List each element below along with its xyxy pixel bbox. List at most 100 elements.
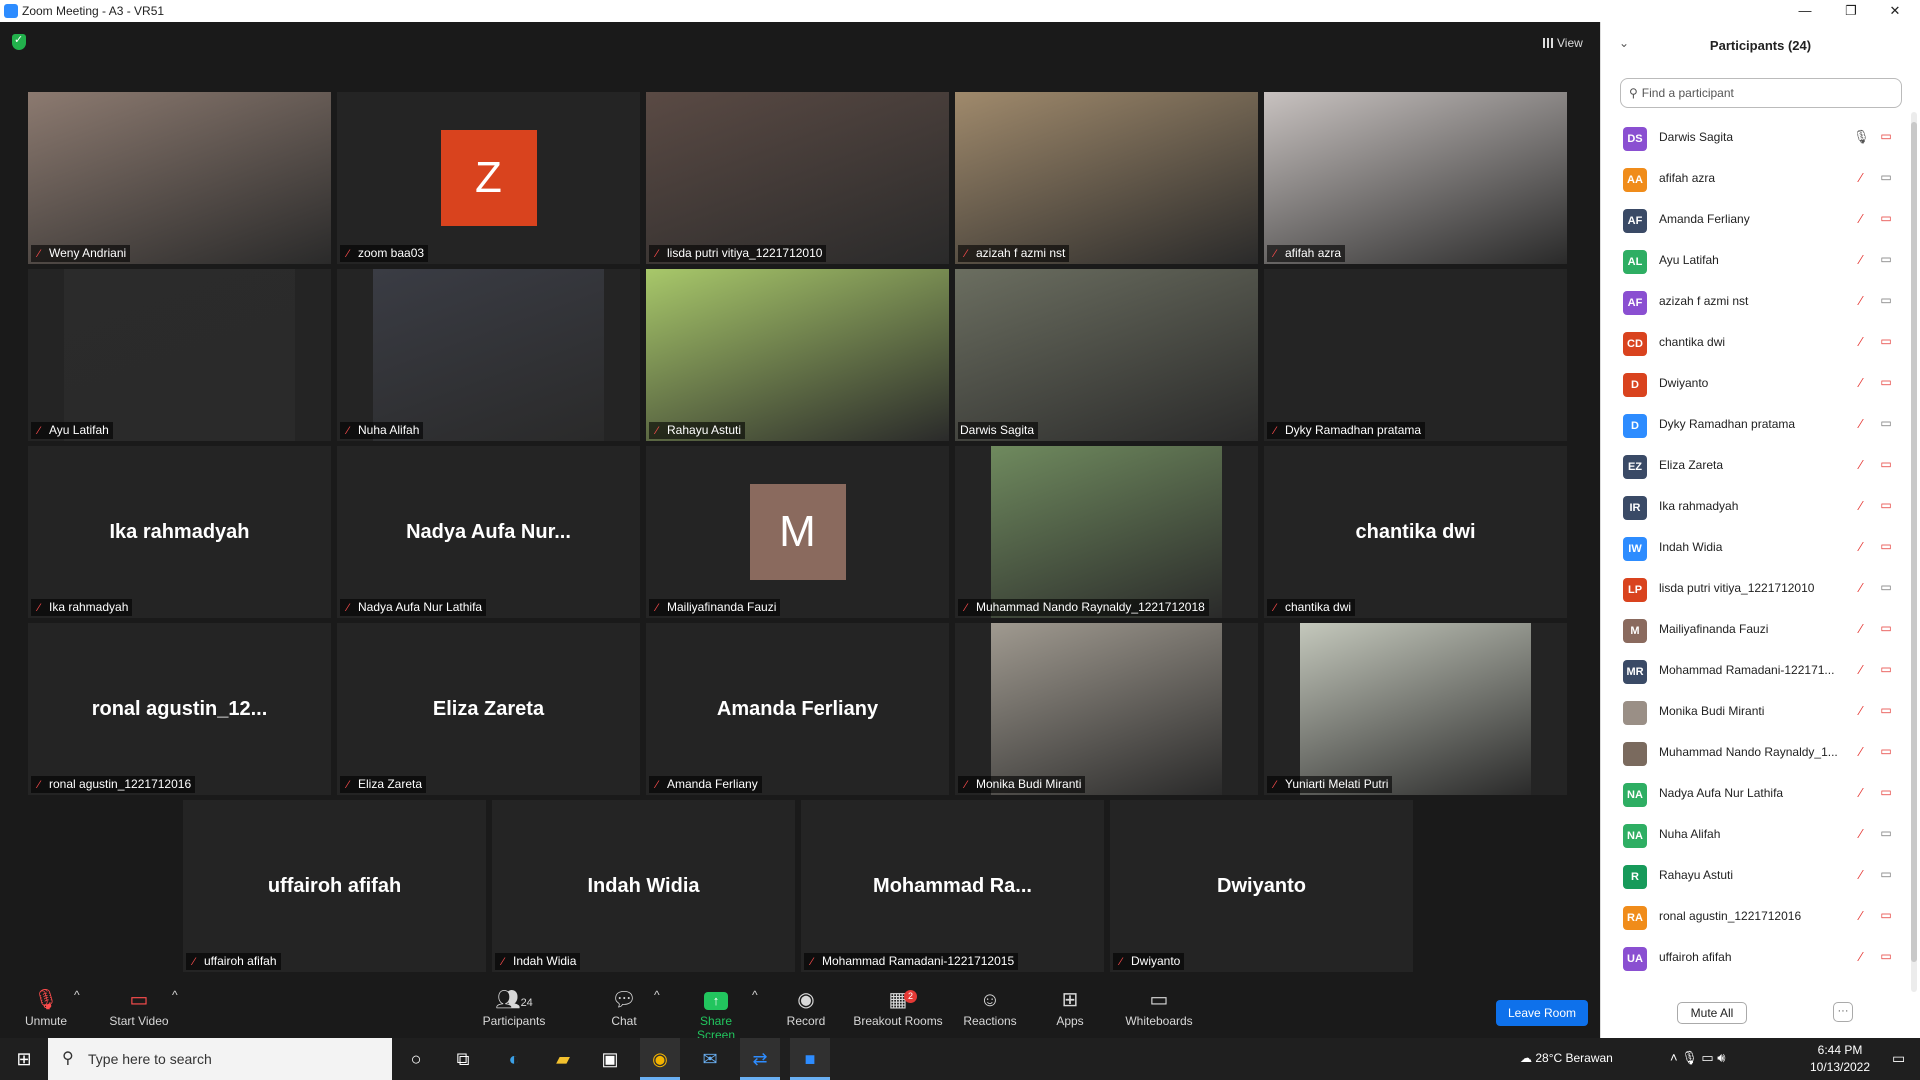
apps-button[interactable]: ⊞ Apps	[1052, 988, 1088, 1028]
camera-off-icon[interactable]: ▭	[1877, 908, 1895, 922]
participant-row[interactable]: CD chantika dwi ⁄ ▭	[1601, 323, 1907, 364]
microsoft-store-icon[interactable]: ▣	[590, 1038, 630, 1080]
camera-off-icon[interactable]: ▭	[1877, 211, 1895, 225]
unmute-button[interactable]: 🎙︎ Unmute	[18, 988, 74, 1028]
participant-row[interactable]: AF azizah f azmi nst ⁄ ▭	[1601, 282, 1907, 323]
record-button[interactable]: ◉ Record	[782, 988, 830, 1028]
chrome-browser-icon[interactable]: ◉	[640, 1038, 680, 1080]
video-tile[interactable]: Amanda Ferliany ⁄ Amanda Ferliany	[646, 623, 949, 795]
camera-off-icon[interactable]: ▭	[1877, 129, 1895, 143]
maximize-button[interactable]: ❐	[1828, 0, 1874, 22]
muted-mic-icon[interactable]: ⁄	[1853, 621, 1869, 636]
muted-mic-icon[interactable]: ⁄	[1853, 908, 1869, 923]
participant-row[interactable]: R Rahayu Astuti ⁄ ▭	[1601, 856, 1907, 897]
muted-mic-icon[interactable]: ⁄	[1853, 867, 1869, 882]
muted-mic-icon[interactable]: ⁄	[1853, 662, 1869, 677]
video-tile[interactable]: Indah Widia ⁄ Indah Widia	[492, 800, 795, 972]
participant-row[interactable]: AF Amanda Ferliany ⁄ ▭	[1601, 200, 1907, 241]
edge-browser-icon[interactable]: ◐	[494, 1038, 534, 1080]
camera-off-icon[interactable]: ▭	[1877, 457, 1895, 471]
muted-mic-icon[interactable]: ⁄	[1853, 949, 1869, 964]
participant-row[interactable]: LP lisda putri vitiya_1221712010 ⁄ ▭	[1601, 569, 1907, 610]
video-tile[interactable]: Ika rahmadyah ⁄ Ika rahmadyah	[28, 446, 331, 618]
mute-all-button[interactable]: Mute All	[1677, 1002, 1747, 1024]
video-tile[interactable]: ⁄ Weny Andriani	[28, 92, 331, 264]
video-tile[interactable]: ⁄ Yuniarti Melati Putri	[1264, 623, 1567, 795]
video-tile[interactable]: ⁄ lisda putri vitiya_1221712010	[646, 92, 949, 264]
leave-room-button[interactable]: Leave Room	[1496, 1000, 1588, 1026]
video-tile[interactable]: Nadya Aufa Nur... ⁄ Nadya Aufa Nur Lathifa	[337, 446, 640, 618]
whiteboards-button[interactable]: ▭ Whiteboards	[1124, 988, 1194, 1028]
chat-options-caret[interactable]: ^	[654, 988, 660, 1002]
participant-row[interactable]: DS Darwis Sagita 🎙︎ ▭	[1601, 118, 1907, 159]
muted-mic-icon[interactable]: ⁄	[1853, 334, 1869, 349]
participants-button[interactable]: 👥︎24 Participants	[478, 988, 550, 1028]
muted-mic-icon[interactable]: ⁄	[1853, 744, 1869, 759]
camera-off-icon[interactable]: ▭	[1877, 703, 1895, 717]
camera-icon[interactable]: ▭	[1877, 293, 1895, 307]
participant-list-scrollbar[interactable]	[1911, 112, 1917, 992]
participant-row[interactable]: MR Mohammad Ramadani-122171... ⁄ ▭	[1601, 651, 1907, 692]
camera-icon[interactable]: ▭	[1877, 826, 1895, 840]
participant-row[interactable]: D Dyky Ramadhan pratama ⁄ ▭	[1601, 405, 1907, 446]
start-video-button[interactable]: ▭ Start Video	[104, 988, 174, 1028]
video-tile[interactable]: Z ⁄ zoom baa03	[337, 92, 640, 264]
notification-icon[interactable]: ▭	[1892, 1050, 1905, 1067]
video-tile[interactable]: M ⁄ Mailiyafinanda Fauzi	[646, 446, 949, 618]
muted-mic-icon[interactable]: ⁄	[1853, 498, 1869, 513]
participant-row[interactable]: NA Nuha Alifah ⁄ ▭	[1601, 815, 1907, 856]
share-screen-button[interactable]: ↑ Share Screen	[680, 988, 752, 1042]
participant-row[interactable]: IW Indah Widia ⁄ ▭	[1601, 528, 1907, 569]
camera-icon[interactable]: ▭	[1877, 580, 1895, 594]
camera-off-icon[interactable]: ▭	[1877, 334, 1895, 348]
camera-icon[interactable]: ▭	[1877, 867, 1895, 881]
video-tile[interactable]: ⁄ Nuha Alifah	[337, 269, 640, 441]
muted-mic-icon[interactable]: ⁄	[1853, 457, 1869, 472]
tray-icons[interactable]: ˄ 🎙︎ ▭ 🔊︎	[1670, 1050, 1725, 1066]
participant-row[interactable]: EZ Eliza Zareta ⁄ ▭	[1601, 446, 1907, 487]
participant-row[interactable]: NA Nadya Aufa Nur Lathifa ⁄ ▭	[1601, 774, 1907, 815]
muted-mic-icon[interactable]: ⁄	[1853, 211, 1869, 226]
cortana-icon[interactable]: ○	[396, 1038, 436, 1080]
video-tile[interactable]: uffairoh afifah ⁄ uffairoh afifah	[183, 800, 486, 972]
video-tile[interactable]: ⁄ afifah azra	[1264, 92, 1567, 264]
camera-off-icon[interactable]: ▭	[1877, 949, 1895, 963]
participant-search-input[interactable]: ⚲ Find a participant	[1620, 78, 1902, 108]
camera-off-icon[interactable]: ▭	[1877, 744, 1895, 758]
video-tile[interactable]: ⁄ Monika Budi Miranti	[955, 623, 1258, 795]
mail-icon[interactable]: ✉	[690, 1038, 730, 1080]
participant-row[interactable]: Muhammad Nando Raynaldy_1... ⁄ ▭	[1601, 733, 1907, 774]
video-tile[interactable]: ⁄ Rahayu Astuti	[646, 269, 949, 441]
camera-icon[interactable]: ▭	[1877, 416, 1895, 430]
minimize-button[interactable]: —	[1782, 0, 1828, 22]
participant-row[interactable]: Monika Budi Miranti ⁄ ▭	[1601, 692, 1907, 733]
weather-widget[interactable]: ☁ 28°C Berawan	[1520, 1051, 1613, 1065]
muted-mic-icon[interactable]: ⁄	[1853, 703, 1869, 718]
camera-off-icon[interactable]: ▭	[1877, 498, 1895, 512]
more-options-button[interactable]: ···	[1833, 1002, 1853, 1022]
audio-options-caret[interactable]: ^	[74, 988, 80, 1002]
participant-row[interactable]: IR Ika rahmadyah ⁄ ▭	[1601, 487, 1907, 528]
muted-mic-icon[interactable]: ⁄	[1853, 252, 1869, 267]
participant-row[interactable]: AL Ayu Latifah ⁄ ▭	[1601, 241, 1907, 282]
muted-mic-icon[interactable]: ⁄	[1853, 416, 1869, 431]
file-explorer-icon[interactable]: ▰	[543, 1038, 583, 1080]
muted-mic-icon[interactable]: ⁄	[1853, 826, 1869, 841]
windows-start-button[interactable]: ⊞	[0, 1038, 48, 1080]
camera-off-icon[interactable]: ▭	[1877, 785, 1895, 799]
video-tile[interactable]: ⁄ Ayu Latifah	[28, 269, 331, 441]
muted-mic-icon[interactable]: ⁄	[1853, 293, 1869, 308]
video-options-caret[interactable]: ^	[172, 988, 178, 1002]
camera-icon[interactable]: ▭	[1877, 170, 1895, 184]
reactions-button[interactable]: ☺ Reactions	[962, 988, 1018, 1028]
participant-row[interactable]: M Mailiyafinanda Fauzi ⁄ ▭	[1601, 610, 1907, 651]
video-tile[interactable]: chantika dwi ⁄ chantika dwi	[1264, 446, 1567, 618]
video-tile[interactable]: ⁄ azizah f azmi nst	[955, 92, 1258, 264]
chat-button[interactable]: 💬︎ Chat	[604, 988, 644, 1028]
participant-row[interactable]: UA uffairoh afifah ⁄ ▭	[1601, 938, 1907, 979]
video-tile[interactable]: Darwis Sagita	[955, 269, 1258, 441]
camera-off-icon[interactable]: ▭	[1877, 621, 1895, 635]
camera-off-icon[interactable]: ▭	[1877, 662, 1895, 676]
participant-row[interactable]: D Dwiyanto ⁄ ▭	[1601, 364, 1907, 405]
muted-mic-icon[interactable]: ⁄	[1853, 170, 1869, 185]
